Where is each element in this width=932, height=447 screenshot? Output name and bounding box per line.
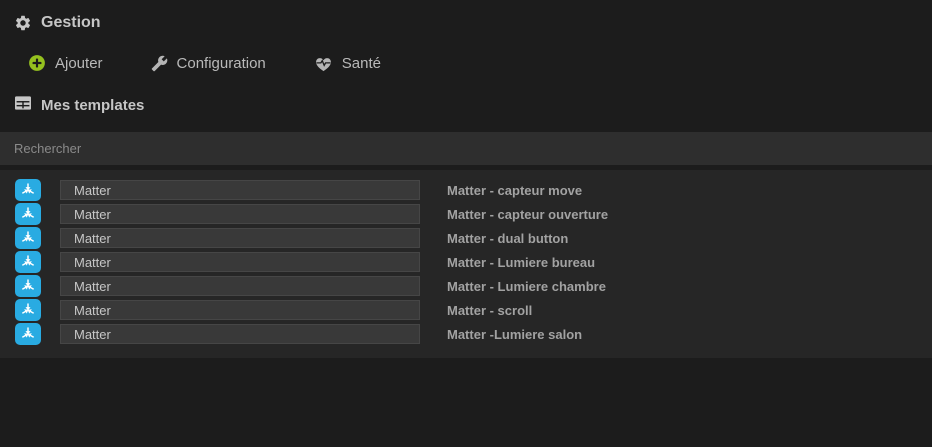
matter-icon bbox=[15, 275, 41, 297]
matter-icon bbox=[15, 203, 41, 225]
table-icon bbox=[14, 95, 32, 115]
plus-circle-icon bbox=[28, 54, 46, 72]
template-row: Matter - Lumiere bureau bbox=[0, 250, 932, 274]
matter-icon bbox=[15, 251, 41, 273]
menu-item-ajouter[interactable]: Ajouter bbox=[28, 54, 103, 72]
matter-icon bbox=[15, 299, 41, 321]
matter-icon bbox=[15, 179, 41, 201]
menu-item-sante[interactable]: Santé bbox=[314, 55, 381, 72]
template-row: Matter - scroll bbox=[0, 298, 932, 322]
template-name-input[interactable] bbox=[60, 300, 420, 320]
menu-item-configuration[interactable]: Configuration bbox=[151, 55, 266, 72]
gear-icon bbox=[14, 14, 32, 32]
template-list: Matter - capteur move Matter - capteur o bbox=[0, 170, 932, 358]
wrench-icon bbox=[151, 55, 168, 72]
heart-pulse-icon bbox=[314, 55, 333, 72]
template-row: Matter -Lumiere salon bbox=[0, 322, 932, 346]
template-label: Matter -Lumiere salon bbox=[447, 327, 582, 342]
section-title-label: Mes templates bbox=[41, 97, 144, 114]
page-title: Gestion bbox=[41, 14, 101, 32]
template-label: Matter - capteur move bbox=[447, 183, 582, 198]
template-label: Matter - scroll bbox=[447, 303, 532, 318]
template-row: Matter - Lumiere chambre bbox=[0, 274, 932, 298]
template-row: Matter - capteur ouverture bbox=[0, 202, 932, 226]
template-name-input[interactable] bbox=[60, 276, 420, 296]
menu-item-label: Ajouter bbox=[55, 55, 103, 72]
menu-item-label: Santé bbox=[342, 55, 381, 72]
page-header: Gestion bbox=[0, 0, 932, 32]
matter-icon bbox=[15, 323, 41, 345]
menu-item-label: Configuration bbox=[177, 55, 266, 72]
template-label: Matter - dual button bbox=[447, 231, 568, 246]
template-name-input[interactable] bbox=[60, 324, 420, 344]
template-name-input[interactable] bbox=[60, 228, 420, 248]
template-name-input[interactable] bbox=[60, 180, 420, 200]
section-title-mes-templates: Mes templates bbox=[0, 95, 932, 115]
menu-bar: Ajouter Configuration Santé bbox=[0, 53, 932, 73]
template-row: Matter - capteur move bbox=[0, 178, 932, 202]
template-name-input[interactable] bbox=[60, 204, 420, 224]
matter-icon bbox=[15, 227, 41, 249]
template-label: Matter - Lumiere bureau bbox=[447, 255, 595, 270]
template-name-input[interactable] bbox=[60, 252, 420, 272]
gestion-page: Gestion Ajouter Configuration bbox=[0, 0, 932, 447]
search-input[interactable] bbox=[0, 132, 932, 165]
template-label: Matter - capteur ouverture bbox=[447, 207, 608, 222]
template-row: Matter - dual button bbox=[0, 226, 932, 250]
template-label: Matter - Lumiere chambre bbox=[447, 279, 606, 294]
